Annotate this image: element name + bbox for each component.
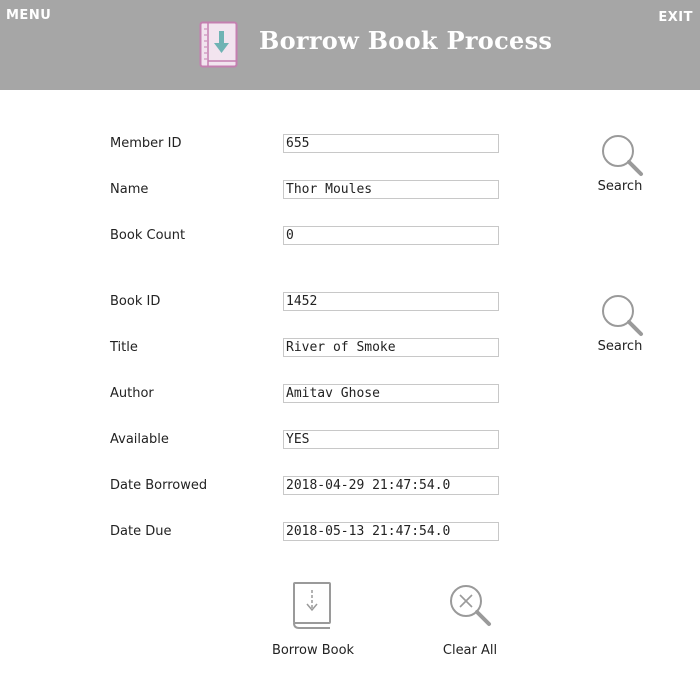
member-id-label: Member ID (110, 136, 182, 151)
borrow-book-icon (199, 21, 238, 68)
title-field[interactable] (283, 338, 499, 357)
book-count-label: Book Count (110, 228, 186, 243)
member-search-label: Search (597, 179, 643, 194)
book-search-button[interactable]: Search (590, 292, 652, 354)
available-label: Available (110, 432, 169, 447)
date-borrowed-field[interactable] (283, 476, 499, 495)
date-due-label: Date Due (110, 524, 172, 539)
member-search-button[interactable]: Search (590, 132, 652, 194)
book-id-field[interactable] (283, 292, 499, 311)
menu-button[interactable]: MENU (6, 8, 51, 23)
borrow-book-label: Borrow Book (271, 643, 355, 658)
search-icon (602, 295, 643, 336)
header-bar: MENU EXIT Borrow Book Process (0, 0, 700, 90)
name-label: Name (110, 182, 149, 197)
borrow-book-icon (293, 582, 331, 629)
date-due-field[interactable] (283, 522, 499, 541)
clear-search-icon (450, 585, 491, 626)
clear-all-label: Clear All (442, 643, 498, 658)
author-label: Author (110, 386, 154, 401)
clear-all-button[interactable]: Clear All (430, 582, 510, 658)
search-icon (602, 135, 643, 176)
name-field[interactable] (283, 180, 499, 199)
exit-button[interactable]: EXIT (658, 10, 693, 25)
date-borrowed-label: Date Borrowed (110, 478, 208, 493)
author-field[interactable] (283, 384, 499, 403)
title-label: Title (110, 340, 138, 355)
book-count-field[interactable] (283, 226, 499, 245)
book-id-label: Book ID (110, 294, 161, 309)
page-title: Borrow Book Process (259, 26, 553, 55)
borrow-book-window: MENU EXIT Borrow Book Process Member ID … (0, 0, 700, 683)
available-field[interactable] (283, 430, 499, 449)
book-search-label: Search (597, 339, 643, 354)
member-id-field[interactable] (283, 134, 499, 153)
borrow-book-button[interactable]: Borrow Book (268, 582, 358, 658)
